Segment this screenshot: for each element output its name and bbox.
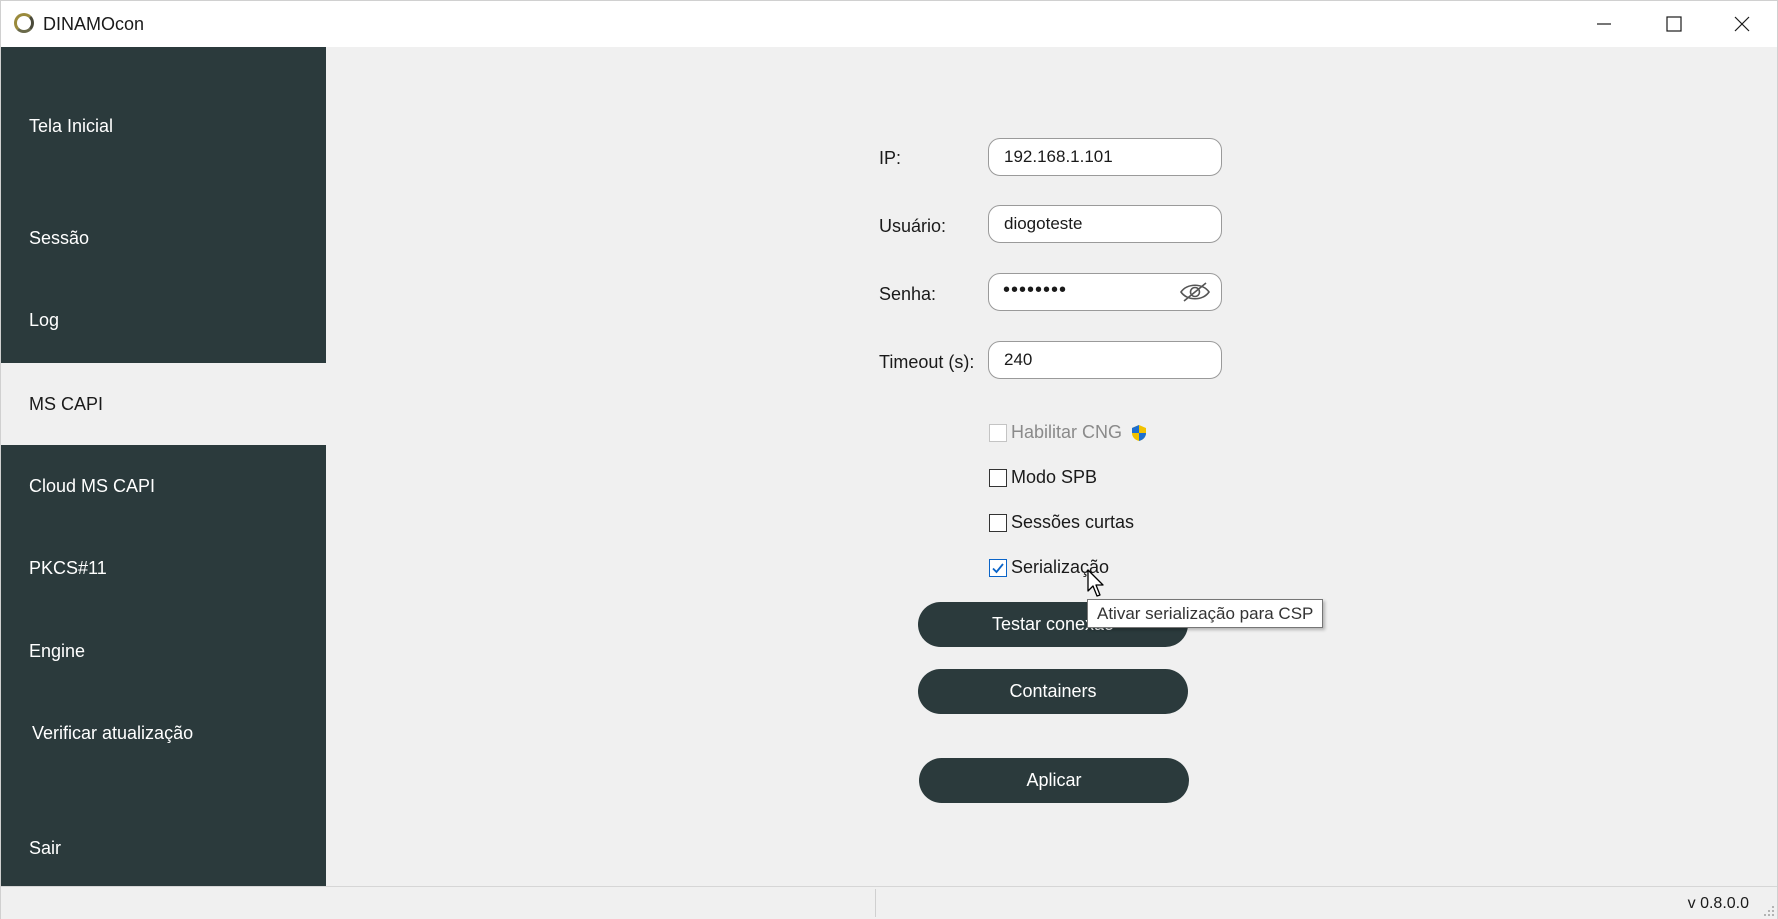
sidebar-item-engine[interactable]: Engine: [1, 632, 326, 670]
habilitar-cng-option: Habilitar CNG: [989, 422, 1148, 443]
modo-spb-option[interactable]: Modo SPB: [989, 467, 1097, 488]
maximize-button[interactable]: [1639, 1, 1709, 47]
sidebar-item-label: Sair: [29, 837, 62, 858]
sidebar-item-label: Sessão: [29, 227, 90, 248]
sidebar-item-label: Tela Inicial: [29, 115, 114, 136]
sidebar-item-label: Engine: [29, 640, 86, 661]
sessoes-curtas-label[interactable]: Sessões curtas: [1011, 512, 1134, 533]
close-button[interactable]: [1707, 1, 1777, 47]
sidebar-item-tela-inicial[interactable]: Tela Inicial: [1, 107, 326, 145]
sidebar-item-verificar-atualizacao[interactable]: Verificar atualização: [1, 714, 326, 752]
containers-button[interactable]: Containers: [918, 669, 1188, 714]
sidebar-item-sair[interactable]: Sair: [1, 829, 326, 867]
user-label: Usuário:: [879, 216, 947, 236]
containers-label: Containers: [1009, 681, 1097, 701]
maximize-icon: [1666, 16, 1682, 32]
sidebar-item-cloud-ms-capi[interactable]: Cloud MS CAPI: [1, 467, 326, 505]
version-label: v 0.8.0.0: [1687, 895, 1749, 912]
title-bar[interactable]: DINAMOcon: [1, 1, 1777, 47]
sidebar-item-label: Cloud MS CAPI: [29, 475, 156, 496]
serializacao-tooltip: Ativar serialização para CSP: [1087, 599, 1324, 628]
sidebar-item-label: Verificar atualização: [32, 722, 194, 743]
close-icon: [1734, 16, 1750, 32]
modo-spb-checkbox[interactable]: [989, 468, 1007, 487]
sidebar-nav: Tela Inicial Sessão Log MS CAPI Cloud MS…: [1, 47, 326, 886]
window-title: DINAMOcon: [43, 14, 145, 34]
serializacao-checkbox[interactable]: [989, 558, 1007, 577]
sidebar-item-pkcs11[interactable]: PKCS#11: [1, 549, 326, 587]
checkmark-icon: [992, 562, 1004, 573]
apply-button[interactable]: Aplicar: [919, 758, 1189, 803]
mouse-pointer-icon: [1087, 569, 1104, 597]
sidebar-item-ms-capi[interactable]: MS CAPI: [1, 363, 326, 445]
habilitar-cng-checkbox: [989, 423, 1007, 442]
password-masked-value: ••••••••: [1003, 279, 1068, 301]
timeout-label: Timeout (s):: [879, 352, 975, 372]
ip-input[interactable]: [988, 138, 1222, 176]
habilitar-cng-label: Habilitar CNG: [1011, 422, 1123, 442]
minimize-button[interactable]: [1569, 1, 1639, 47]
minimize-icon: [1597, 23, 1611, 25]
main-panel: IP: Usuário: Senha: •••••••• Timeout (s)…: [326, 47, 1777, 886]
sidebar-item-log[interactable]: Log: [1, 301, 326, 339]
sessoes-curtas-option[interactable]: Sessões curtas: [989, 512, 1134, 533]
app-logo-icon: [14, 13, 34, 33]
status-bar: v 0.8.0.0: [1, 886, 1777, 919]
uac-shield-icon: [1132, 424, 1147, 441]
password-label: Senha:: [879, 284, 937, 304]
resize-grip-icon[interactable]: [1763, 905, 1775, 917]
user-input[interactable]: [988, 205, 1222, 243]
timeout-input[interactable]: [988, 341, 1222, 379]
sidebar-item-label: Log: [29, 309, 60, 330]
modo-spb-label[interactable]: Modo SPB: [1011, 467, 1097, 488]
app-window: DINAMOcon Tela Inicial Sessão Log MS CAP…: [0, 0, 1778, 919]
sessoes-curtas-checkbox[interactable]: [989, 513, 1007, 532]
sidebar-item-sessao[interactable]: Sessão: [1, 219, 326, 257]
status-divider: [875, 889, 876, 917]
ip-label: IP:: [879, 148, 902, 168]
eye-slash-icon[interactable]: [1179, 281, 1211, 303]
apply-label: Aplicar: [1026, 770, 1082, 790]
password-input[interactable]: ••••••••: [988, 273, 1222, 311]
sidebar-item-label: MS CAPI: [29, 393, 104, 414]
sidebar-item-label: PKCS#11: [29, 557, 107, 578]
